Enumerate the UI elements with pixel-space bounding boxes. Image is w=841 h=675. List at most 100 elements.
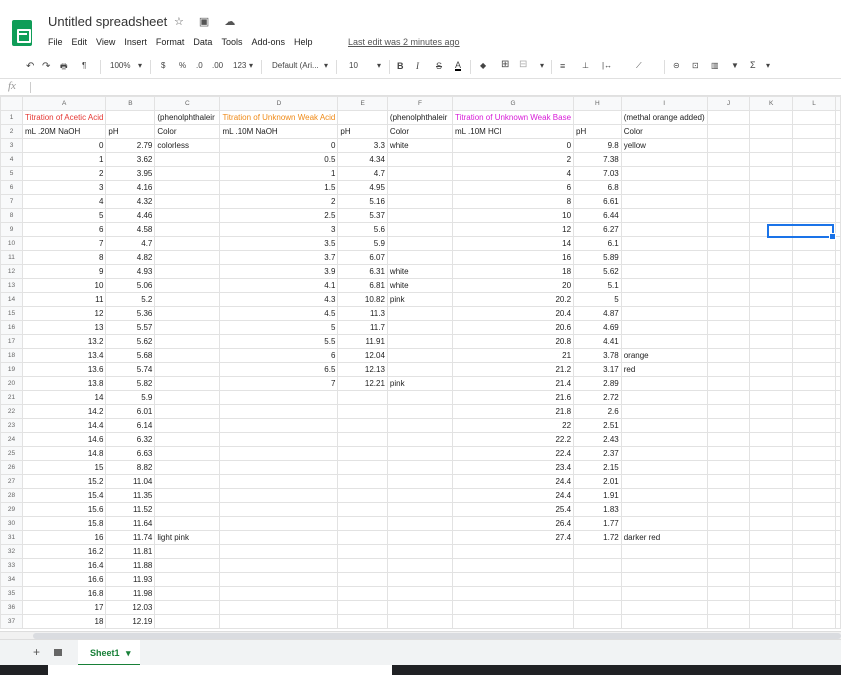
cell-l11[interactable] bbox=[792, 250, 836, 265]
cell-e10[interactable]: 5.9 bbox=[337, 236, 388, 251]
cell-e13[interactable]: 6.81 bbox=[337, 278, 388, 293]
cell-a1[interactable]: Titration of Acetic Acid bbox=[22, 110, 107, 125]
row-header[interactable]: 13 bbox=[0, 278, 24, 293]
cell-extra[interactable] bbox=[835, 558, 841, 573]
cell-i8[interactable] bbox=[620, 208, 708, 223]
cell-j2[interactable] bbox=[706, 124, 751, 139]
selected-cell[interactable] bbox=[767, 224, 836, 240]
row-header[interactable]: 35 bbox=[0, 586, 24, 601]
cell-l20[interactable] bbox=[792, 376, 836, 391]
column-header-j[interactable]: J bbox=[706, 96, 751, 111]
cell-extra[interactable] bbox=[835, 432, 841, 447]
cell-j32[interactable] bbox=[706, 544, 751, 559]
row-header[interactable]: 6 bbox=[0, 180, 24, 195]
cell-h14[interactable]: 5 bbox=[573, 292, 622, 307]
cell-e29[interactable] bbox=[337, 502, 388, 517]
row-header[interactable]: 8 bbox=[0, 208, 24, 223]
cell-a20[interactable]: 13.8 bbox=[22, 376, 107, 391]
cell-k23[interactable] bbox=[749, 418, 794, 433]
cell-l14[interactable] bbox=[792, 292, 836, 307]
cell-g31[interactable]: 27.4 bbox=[451, 530, 575, 545]
cell-k25[interactable] bbox=[749, 446, 794, 461]
cell-b37[interactable]: 12.19 bbox=[105, 614, 156, 629]
cell-f32[interactable] bbox=[386, 544, 453, 559]
cell-e23[interactable] bbox=[337, 418, 388, 433]
cell-c17[interactable] bbox=[154, 334, 221, 349]
cell-j36[interactable] bbox=[706, 600, 751, 615]
cell-e35[interactable] bbox=[337, 586, 388, 601]
cell-b7[interactable]: 4.32 bbox=[105, 194, 156, 209]
font-select[interactable]: Default (Ari... bbox=[272, 61, 319, 70]
cell-g11[interactable]: 16 bbox=[451, 250, 575, 265]
cell-h15[interactable]: 4.87 bbox=[573, 306, 622, 321]
cell-l8[interactable] bbox=[792, 208, 836, 223]
last-edit-link[interactable]: Last edit was 2 minutes ago bbox=[348, 37, 460, 47]
cell-b12[interactable]: 4.93 bbox=[105, 264, 156, 279]
cell-f37[interactable] bbox=[386, 614, 453, 629]
cell-extra[interactable] bbox=[835, 292, 841, 307]
cell-extra[interactable] bbox=[835, 460, 841, 475]
cell-g8[interactable]: 10 bbox=[451, 208, 575, 223]
sheets-logo-icon[interactable] bbox=[12, 20, 32, 46]
cell-b13[interactable]: 5.06 bbox=[105, 278, 156, 293]
cell-f34[interactable] bbox=[386, 572, 453, 587]
cell-a6[interactable]: 3 bbox=[22, 180, 107, 195]
cell-h6[interactable]: 6.8 bbox=[573, 180, 622, 195]
cell-j17[interactable] bbox=[706, 334, 751, 349]
cell-f21[interactable] bbox=[386, 390, 453, 405]
row-header[interactable]: 14 bbox=[0, 292, 24, 307]
cell-e1[interactable] bbox=[337, 110, 388, 125]
cell-c10[interactable] bbox=[154, 236, 221, 251]
row-header[interactable]: 5 bbox=[0, 166, 24, 181]
cell-d22[interactable] bbox=[219, 404, 339, 419]
cell-d33[interactable] bbox=[219, 558, 339, 573]
cell-l31[interactable] bbox=[792, 530, 836, 545]
cell-d5[interactable]: 1 bbox=[219, 166, 339, 181]
cell-k14[interactable] bbox=[749, 292, 794, 307]
cell-d35[interactable] bbox=[219, 586, 339, 601]
cell-j12[interactable] bbox=[706, 264, 751, 279]
cell-j24[interactable] bbox=[706, 432, 751, 447]
horizontal-align-icon[interactable]: ≡ bbox=[560, 61, 565, 71]
cell-c7[interactable] bbox=[154, 194, 221, 209]
cell-b33[interactable]: 11.88 bbox=[105, 558, 156, 573]
cell-c27[interactable] bbox=[154, 474, 221, 489]
cell-i34[interactable] bbox=[620, 572, 708, 587]
row-header[interactable]: 25 bbox=[0, 446, 24, 461]
cell-a24[interactable]: 14.6 bbox=[22, 432, 107, 447]
row-header[interactable]: 31 bbox=[0, 530, 24, 545]
cell-e25[interactable] bbox=[337, 446, 388, 461]
cell-j31[interactable] bbox=[706, 530, 751, 545]
cell-d16[interactable]: 5 bbox=[219, 320, 339, 335]
cell-c24[interactable] bbox=[154, 432, 221, 447]
cell-d15[interactable]: 4.5 bbox=[219, 306, 339, 321]
add-sheet-icon[interactable]: + bbox=[33, 645, 40, 659]
cell-k11[interactable] bbox=[749, 250, 794, 265]
cell-h20[interactable]: 2.89 bbox=[573, 376, 622, 391]
cell-e16[interactable]: 11.7 bbox=[337, 320, 388, 335]
cell-l29[interactable] bbox=[792, 502, 836, 517]
cell-g37[interactable] bbox=[451, 614, 575, 629]
cell-a15[interactable]: 12 bbox=[22, 306, 107, 321]
functions-icon[interactable]: Σ bbox=[750, 60, 756, 70]
cell-d37[interactable] bbox=[219, 614, 339, 629]
cell-k17[interactable] bbox=[749, 334, 794, 349]
row-header[interactable]: 11 bbox=[0, 250, 24, 265]
cell-extra[interactable] bbox=[835, 264, 841, 279]
row-header[interactable]: 36 bbox=[0, 600, 24, 615]
column-header-d[interactable]: D bbox=[219, 96, 339, 111]
cell-c3[interactable]: colorless bbox=[154, 138, 221, 153]
cell-h29[interactable]: 1.83 bbox=[573, 502, 622, 517]
cell-i37[interactable] bbox=[620, 614, 708, 629]
cell-i28[interactable] bbox=[620, 488, 708, 503]
cell-l30[interactable] bbox=[792, 516, 836, 531]
cell-e22[interactable] bbox=[337, 404, 388, 419]
cell-d4[interactable]: 0.5 bbox=[219, 152, 339, 167]
column-header-e[interactable]: E bbox=[337, 96, 388, 111]
row-header[interactable]: 3 bbox=[0, 138, 24, 153]
cell-l4[interactable] bbox=[792, 152, 836, 167]
cell-l25[interactable] bbox=[792, 446, 836, 461]
cell-k12[interactable] bbox=[749, 264, 794, 279]
cell-g17[interactable]: 20.8 bbox=[451, 334, 575, 349]
cell-f20[interactable]: pink bbox=[386, 376, 453, 391]
